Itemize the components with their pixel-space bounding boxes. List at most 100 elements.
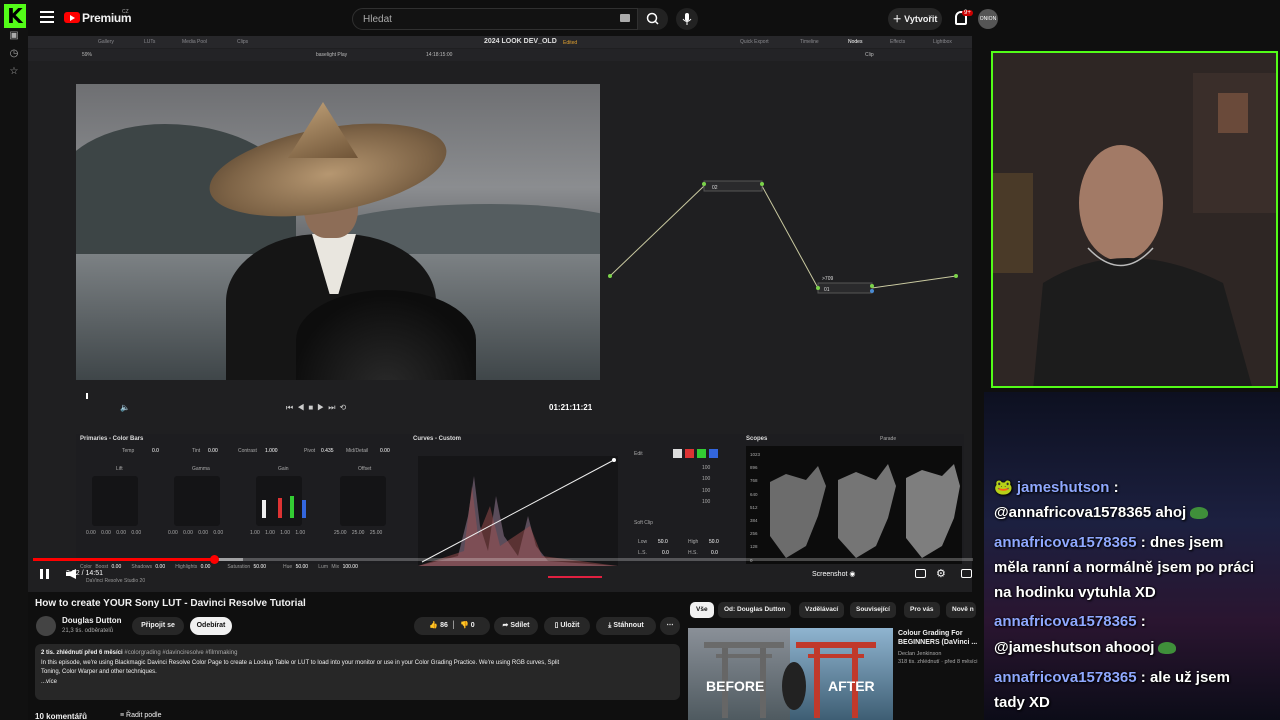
resolve-tab: Gallery bbox=[98, 39, 114, 45]
search-input[interactable]: Hledat bbox=[352, 8, 638, 30]
gamma-values: 0.00 0.00 0.00 0.00 bbox=[168, 530, 224, 536]
dislike-button[interactable]: 👎 0 bbox=[460, 622, 475, 629]
description-box[interactable]: 2 tis. zhlédnutí před 6 měsíci #colorgra… bbox=[35, 644, 680, 700]
fan bbox=[296, 290, 476, 380]
save-button[interactable]: ▯ Uložit bbox=[544, 617, 590, 635]
subscribe-button[interactable]: Odebírat bbox=[190, 617, 232, 635]
resolve-topbar: Gallery LUTs Media Pool Clips 2024 LOOK … bbox=[28, 36, 972, 48]
chip[interactable]: Vše bbox=[690, 602, 714, 618]
rec-title[interactable]: Colour Grading For BEGINNERS (DaVinci ..… bbox=[898, 629, 982, 647]
chat-message-cont: tady XD bbox=[994, 694, 1050, 711]
resolve-zoom: 59% bbox=[82, 52, 93, 58]
plus-icon: ＋ bbox=[892, 14, 902, 24]
chip[interactable]: Vzdělávací bbox=[799, 602, 845, 618]
theater-icon[interactable] bbox=[961, 569, 972, 578]
sort-button[interactable]: ≡ Řadit podle bbox=[120, 712, 161, 719]
scopes-mode[interactable]: Parade bbox=[880, 436, 896, 442]
search-placeholder: Hledat bbox=[363, 14, 392, 25]
parade-scope bbox=[746, 446, 962, 564]
resolve-tab: Media Pool bbox=[182, 39, 208, 45]
chip[interactable]: Nově n bbox=[946, 602, 976, 618]
chat-message: 🐸 jameshutson : bbox=[994, 479, 1119, 496]
tint-value[interactable]: 0.00 bbox=[208, 448, 218, 454]
resolve-tab: Quick Export bbox=[740, 39, 769, 45]
search-button[interactable] bbox=[638, 8, 668, 30]
screenshot-button[interactable]: Screenshot ◉ bbox=[812, 570, 855, 578]
curves-histogram[interactable] bbox=[418, 456, 618, 566]
viewer-transport[interactable]: ⏮◀■▶⏭⟲ bbox=[286, 403, 350, 413]
resolve-tab: Clips bbox=[237, 39, 249, 45]
pivot-value[interactable]: 0.435 bbox=[321, 448, 334, 454]
gain-bar-blue bbox=[302, 500, 306, 518]
account-avatar[interactable]: ONION bbox=[978, 9, 998, 29]
curve-channel-y[interactable] bbox=[673, 449, 682, 458]
pause-icon[interactable] bbox=[40, 569, 49, 579]
youtube-logo-icon[interactable] bbox=[64, 12, 80, 23]
settings-icon[interactable]: ⚙ bbox=[936, 567, 946, 580]
resolve-clip-name: baselight Play bbox=[316, 52, 348, 58]
edit-value[interactable]: 100 bbox=[702, 488, 710, 494]
curves-title: Curves - Custom bbox=[413, 436, 462, 442]
join-button[interactable]: Připojit se bbox=[132, 617, 184, 635]
camera-icon: ◉ bbox=[849, 571, 856, 578]
chip[interactable]: Související bbox=[850, 602, 896, 618]
speaker-icon[interactable]: 🔈 bbox=[120, 403, 130, 412]
desc-more[interactable]: ...více bbox=[41, 679, 57, 685]
channel-avatar[interactable] bbox=[36, 616, 56, 636]
chip[interactable]: Pro vás bbox=[904, 602, 940, 618]
create-label: Vytvořit bbox=[904, 14, 938, 24]
resolve-tab: Timeline bbox=[800, 39, 819, 45]
edit-value[interactable]: 100 bbox=[702, 476, 710, 482]
middetail-label: Mid/Detail bbox=[346, 448, 369, 454]
edit-label: Edit bbox=[634, 451, 643, 457]
like-button[interactable]: 👍 86 bbox=[429, 622, 447, 629]
keyboard-icon[interactable] bbox=[620, 14, 630, 22]
video-title: How to create YOUR Sony LUT - Davinci Re… bbox=[35, 598, 306, 609]
lift-wheel[interactable] bbox=[92, 476, 138, 526]
node-graph[interactable]: 02 01 >709 bbox=[606, 136, 966, 296]
pepe-emote-icon bbox=[1190, 507, 1209, 520]
kick-logo[interactable]: K bbox=[4, 4, 26, 28]
channel-name[interactable]: Douglas Dutton bbox=[62, 616, 122, 625]
subtitles-icon[interactable] bbox=[915, 569, 926, 578]
viewer-playhead[interactable] bbox=[86, 393, 88, 399]
share-button[interactable]: ➦ Sdílet bbox=[494, 617, 538, 635]
low-value[interactable]: 50.0 bbox=[658, 539, 668, 545]
chip[interactable]: Od: Douglas Dutton bbox=[718, 602, 792, 618]
mic-button[interactable] bbox=[676, 8, 698, 30]
more-button[interactable]: ⋯ bbox=[660, 617, 680, 635]
resolve-clip-menu: Clip bbox=[865, 52, 874, 58]
star-icon[interactable]: ☆ bbox=[8, 66, 20, 78]
chat-username: annafricova1578365 bbox=[994, 669, 1137, 686]
wheel-name: Offset bbox=[358, 466, 372, 472]
progress-knob bbox=[210, 555, 220, 564]
share-icon: ➦ bbox=[502, 622, 509, 629]
lift-values: 0.00 0.00 0.00 0.00 bbox=[86, 530, 142, 536]
offset-wheel[interactable] bbox=[340, 476, 386, 526]
resolve-tab: Lightbox bbox=[933, 39, 952, 45]
edit-value[interactable]: 100 bbox=[702, 499, 710, 505]
history-icon[interactable]: ◷ bbox=[8, 48, 20, 60]
high-value[interactable]: 50.0 bbox=[709, 539, 719, 545]
curve-channel-g[interactable] bbox=[697, 449, 706, 458]
pepe-emote-icon bbox=[1158, 642, 1177, 655]
gamma-wheel[interactable] bbox=[174, 476, 220, 526]
youtube-header: Premium CZ Hledat ＋ Vytvořit 9+ ONION bbox=[28, 0, 1012, 36]
chat-message: @jameshutson ahoooj bbox=[994, 635, 1177, 660]
temp-value[interactable]: 0.0 bbox=[152, 448, 159, 454]
menu-icon[interactable] bbox=[40, 11, 54, 23]
create-button[interactable]: ＋ Vytvořit bbox=[888, 8, 942, 30]
edit-value[interactable]: 100 bbox=[702, 465, 710, 471]
middetail-value[interactable]: 0.00 bbox=[380, 448, 390, 454]
contrast-value[interactable]: 1.000 bbox=[265, 448, 278, 454]
download-button[interactable]: ⤓ Stáhnout bbox=[596, 617, 656, 635]
progress-bar[interactable] bbox=[33, 555, 973, 564]
curve-channel-b[interactable] bbox=[709, 449, 718, 458]
offset-values: 25.00 25.00 25.00 bbox=[334, 530, 383, 536]
low-label: Low bbox=[638, 539, 648, 545]
curve-channel-r[interactable] bbox=[685, 449, 694, 458]
recommended-thumbnail[interactable]: BEFORE AFTER bbox=[688, 628, 893, 720]
video-player[interactable]: Gallery LUTs Media Pool Clips 2024 LOOK … bbox=[28, 36, 972, 592]
following-icon[interactable]: ▣ bbox=[8, 30, 20, 42]
thumb-after: AFTER bbox=[828, 678, 875, 694]
